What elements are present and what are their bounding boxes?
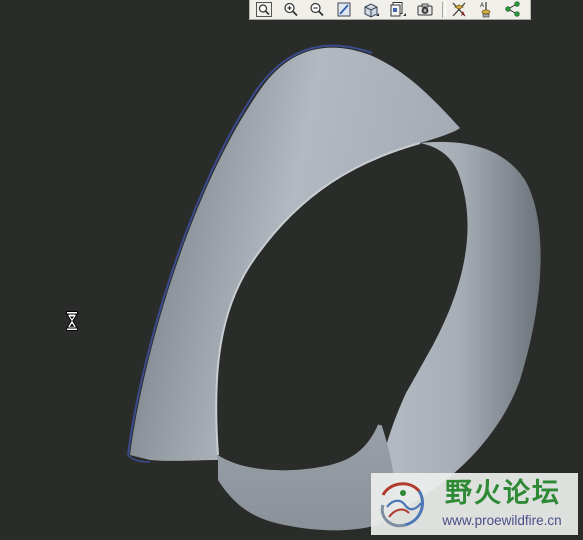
saved-views-icon: [390, 2, 406, 17]
spin-center-icon: [417, 3, 433, 16]
datum-points-button[interactable]: [501, 1, 525, 19]
zoom-fit-icon: [255, 2, 272, 17]
toolbar-separator: [441, 1, 446, 18]
zoom-fit-button[interactable]: [252, 1, 276, 19]
datum-points-icon: [505, 1, 520, 17]
forum-watermark: 野火论坛 www.proewildfire.cn: [371, 473, 578, 535]
svg-text:A: A: [480, 2, 485, 9]
display-style-button[interactable]: [359, 1, 383, 19]
zoom-in-button[interactable]: [279, 1, 303, 19]
repaint-icon: [337, 2, 351, 17]
3d-viewport[interactable]: [0, 0, 583, 540]
display-style-icon: [364, 3, 380, 18]
zoom-in-icon: [284, 2, 298, 17]
svg-text:A: A: [461, 11, 466, 18]
datum-axes-button[interactable]: A: [474, 1, 498, 19]
datum-axes-icon: A: [480, 2, 491, 18]
watermark-title: 野火论坛: [445, 478, 561, 509]
watermark-url: www.proewildfire.cn: [442, 513, 562, 528]
saved-views-button[interactable]: [386, 1, 410, 19]
zoom-out-icon: [310, 2, 325, 17]
wildfire-logo: [380, 482, 424, 528]
zoom-out-button[interactable]: [306, 1, 330, 19]
datum-planes-icon: A: [453, 2, 466, 18]
repaint-button[interactable]: [332, 1, 356, 19]
view-toolbar: A A: [249, 0, 531, 20]
ring-model[interactable]: [0, 0, 583, 540]
hourglass-icon: [66, 311, 78, 331]
datum-planes-button[interactable]: A: [448, 1, 472, 19]
spin-center-button[interactable]: [413, 1, 437, 19]
